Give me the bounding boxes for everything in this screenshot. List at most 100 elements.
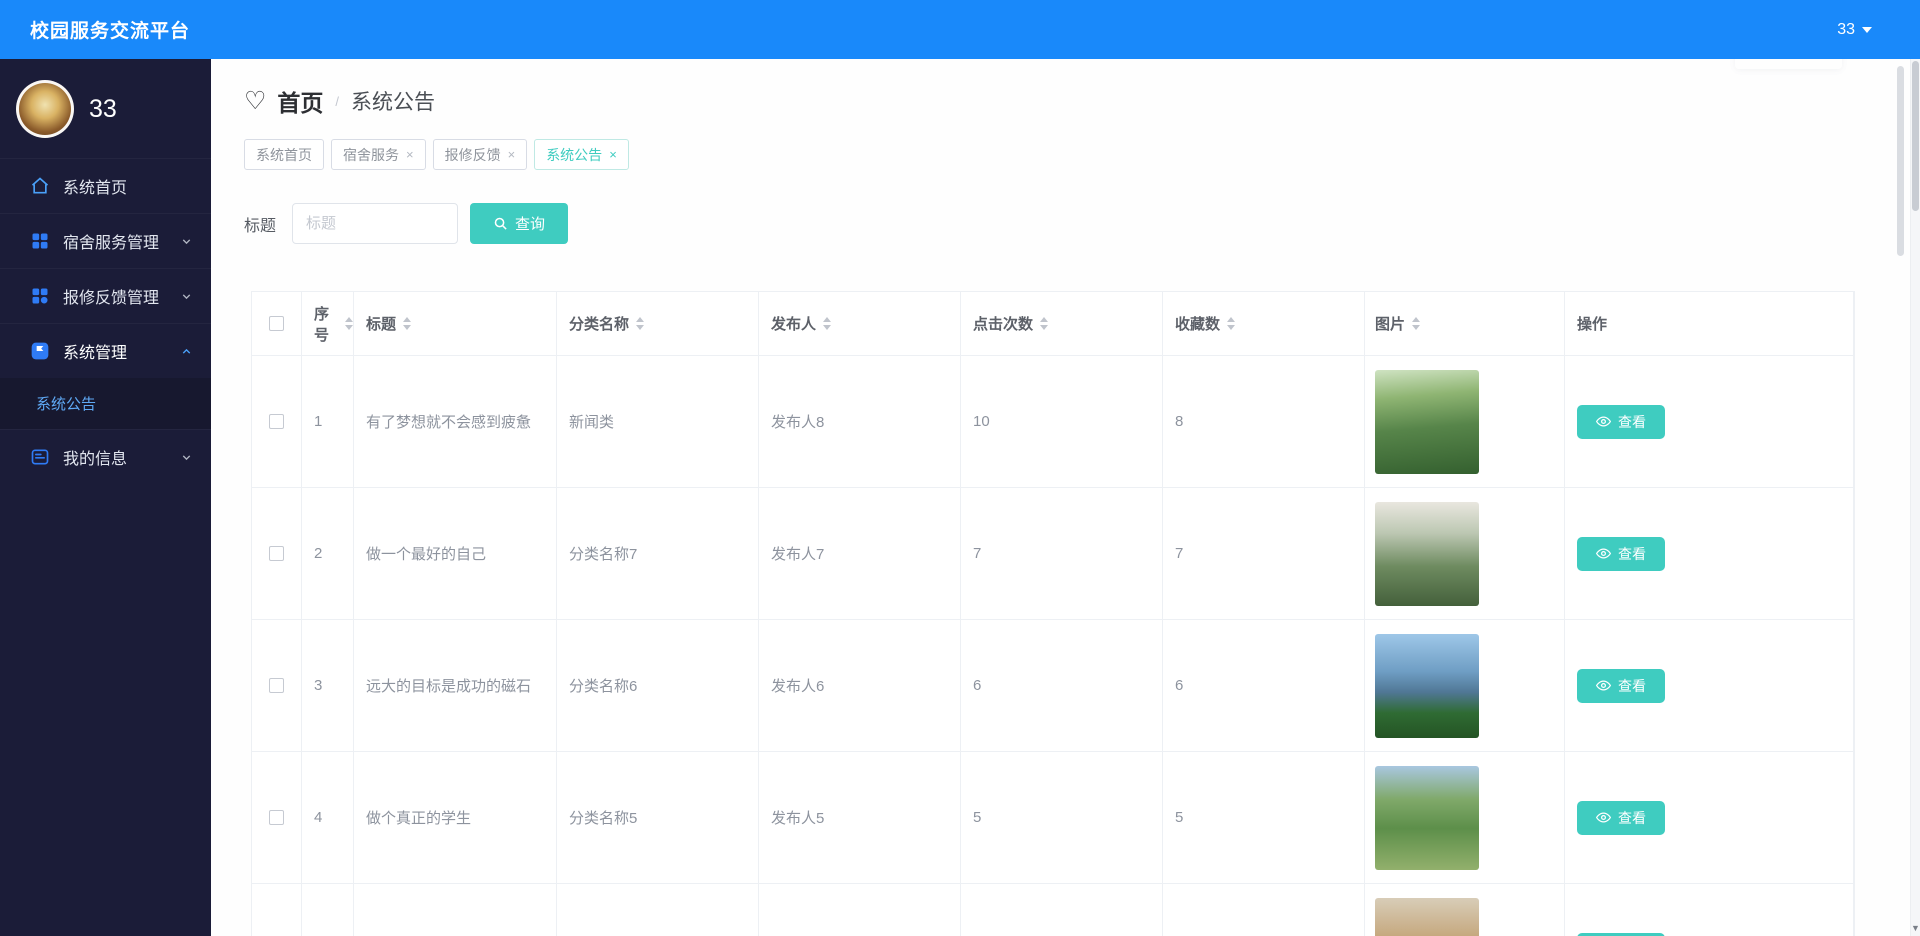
column-header: 序号	[314, 305, 330, 344]
tab-label: 系统首页	[256, 146, 312, 163]
column-header: 发布人	[771, 316, 817, 333]
column-header: 分类名称	[569, 316, 630, 333]
row-publisher: 发布人6	[759, 620, 961, 751]
user-menu[interactable]: 33	[1837, 21, 1872, 39]
sidebar-item-home[interactable]: 系统首页	[0, 158, 211, 213]
row-title: 有了梦想就不会感到疲惫	[354, 356, 557, 487]
row-image	[1375, 633, 1479, 738]
sort-icon[interactable]	[1040, 317, 1049, 330]
flag-icon	[30, 341, 50, 361]
sidebar-item-label: 系统管理	[63, 345, 128, 362]
row-checkbox[interactable]	[269, 810, 284, 825]
view-button-label: 查看	[1618, 677, 1646, 694]
sidebar-subitem-announcement[interactable]: 系统公告	[0, 378, 211, 429]
sort-icon[interactable]	[1412, 317, 1421, 330]
eye-icon	[1596, 546, 1611, 561]
sort-icon[interactable]	[403, 317, 412, 330]
tab-repair-feedback[interactable]: 报修反馈 ×	[432, 139, 528, 170]
table-row: 3 远大的目标是成功的磁石 分类名称6 发布人6 6 6 查看	[252, 620, 1854, 752]
sidebar-item-label: 宿舍服务管理	[63, 235, 160, 252]
user-menu-label: 33	[1837, 20, 1855, 38]
heart-icon: ♡	[244, 86, 267, 115]
row-index: 3	[302, 620, 354, 751]
row-publisher: 发布人5	[759, 752, 961, 883]
sidebar-item-my-info[interactable]: 我的信息	[0, 429, 211, 484]
tab-dorm-service[interactable]: 宿舍服务 ×	[331, 139, 426, 170]
search-bar: 标题 查询	[244, 203, 1920, 244]
row-index: 2	[302, 488, 354, 619]
sort-icon[interactable]	[345, 317, 353, 330]
scrollbar-down-arrow[interactable]: ▼	[1911, 923, 1920, 933]
sidebar-item-system-management[interactable]: 系统管理	[0, 323, 211, 378]
row-title: 做个真正的学生	[354, 752, 557, 883]
close-icon[interactable]: ×	[508, 148, 516, 161]
row-checkbox[interactable]	[269, 414, 284, 429]
window-scrollbar-thumb[interactable]	[1912, 61, 1919, 211]
profile-username: 33	[89, 94, 117, 123]
row-index: 4	[302, 752, 354, 883]
table-row: 2 做一个最好的自己 分类名称7 发布人7 7 7 查看	[252, 488, 1854, 620]
sidebar-item-repair-feedback[interactable]: 报修反馈管理	[0, 268, 211, 323]
content-scrollbar-thumb[interactable]	[1897, 66, 1904, 256]
row-image	[1375, 897, 1479, 936]
announcement-table: 序号 标题 分类名称 发布人 点击次数 收藏数 图片 操作 1 有了梦想就不会感…	[251, 291, 1855, 936]
close-icon[interactable]: ×	[609, 148, 617, 161]
tab-label: 报修反馈	[444, 146, 501, 163]
grid-icon	[30, 231, 50, 251]
eye-icon	[1596, 678, 1611, 693]
row-checkbox[interactable]	[269, 546, 284, 561]
row-category: 分类名称4	[557, 884, 759, 936]
title-search-input[interactable]	[292, 203, 459, 244]
view-button[interactable]: 查看	[1577, 536, 1665, 571]
main-content: ♡ 首页 / 系统公告 系统首页 宿舍服务 × 报修反馈 × 系统公告 × 标题…	[211, 0, 1920, 936]
query-button-label: 查询	[515, 216, 546, 233]
view-button[interactable]: 查看	[1577, 800, 1665, 835]
column-header: 操作	[1577, 316, 1608, 333]
row-category: 新闻类	[557, 356, 759, 487]
view-button-label: 查看	[1618, 545, 1646, 562]
table-header: 序号 标题 分类名称 发布人 点击次数 收藏数 图片 操作	[252, 292, 1854, 356]
app-header: 校园服务交流平台 33	[0, 0, 1920, 59]
row-title: 远大的目标是成功的磁石	[354, 620, 557, 751]
grid-circle-icon	[30, 286, 50, 306]
sort-icon[interactable]	[1227, 317, 1236, 330]
sidebar-subitem-label: 系统公告	[36, 396, 97, 413]
sidebar: 33 系统首页 宿舍服务管理 报修反馈管理 系统管理 系统公告 我的信息	[0, 59, 211, 936]
row-favorite-count: 6	[1163, 620, 1365, 751]
row-image	[1375, 369, 1479, 474]
view-button[interactable]: 查看	[1577, 404, 1665, 439]
breadcrumb-home[interactable]: 首页	[277, 84, 323, 118]
chevron-down-icon	[180, 290, 193, 303]
tab-home[interactable]: 系统首页	[244, 139, 324, 170]
view-button[interactable]: 查看	[1577, 932, 1665, 936]
eye-icon	[1596, 414, 1611, 429]
row-favorite-count: 5	[1163, 752, 1365, 883]
query-button[interactable]: 查询	[470, 203, 569, 244]
sidebar-item-dorm-service[interactable]: 宿舍服务管理	[0, 213, 211, 268]
row-favorite-count: 8	[1163, 356, 1365, 487]
view-button[interactable]: 查看	[1577, 668, 1665, 703]
select-all-checkbox[interactable]	[269, 316, 284, 331]
row-title: 在大学给自己定个目标	[354, 884, 557, 936]
avatar[interactable]	[16, 80, 74, 138]
tab-announcement[interactable]: 系统公告 ×	[534, 139, 629, 170]
breadcrumb-separator: /	[335, 93, 340, 109]
chevron-down-icon	[180, 235, 193, 248]
close-icon[interactable]: ×	[406, 148, 414, 161]
column-header: 点击次数	[973, 316, 1034, 333]
row-publisher: 发布人7	[759, 488, 961, 619]
row-click-count: 10	[961, 356, 1163, 487]
tab-label: 系统公告	[546, 146, 603, 163]
sort-icon[interactable]	[636, 317, 645, 330]
row-checkbox[interactable]	[269, 678, 284, 693]
breadcrumb: ♡ 首页 / 系统公告	[211, 59, 1920, 118]
app-title: 校园服务交流平台	[30, 21, 191, 42]
sort-icon[interactable]	[823, 317, 832, 330]
chevron-down-icon	[1862, 26, 1872, 33]
window-scrollbar[interactable]: ▼	[1910, 59, 1920, 936]
row-click-count: 5	[961, 884, 1163, 936]
search-icon	[493, 216, 508, 231]
sidebar-item-label: 报修反馈管理	[63, 290, 160, 307]
row-index: 5	[302, 884, 354, 936]
row-image	[1375, 501, 1479, 606]
